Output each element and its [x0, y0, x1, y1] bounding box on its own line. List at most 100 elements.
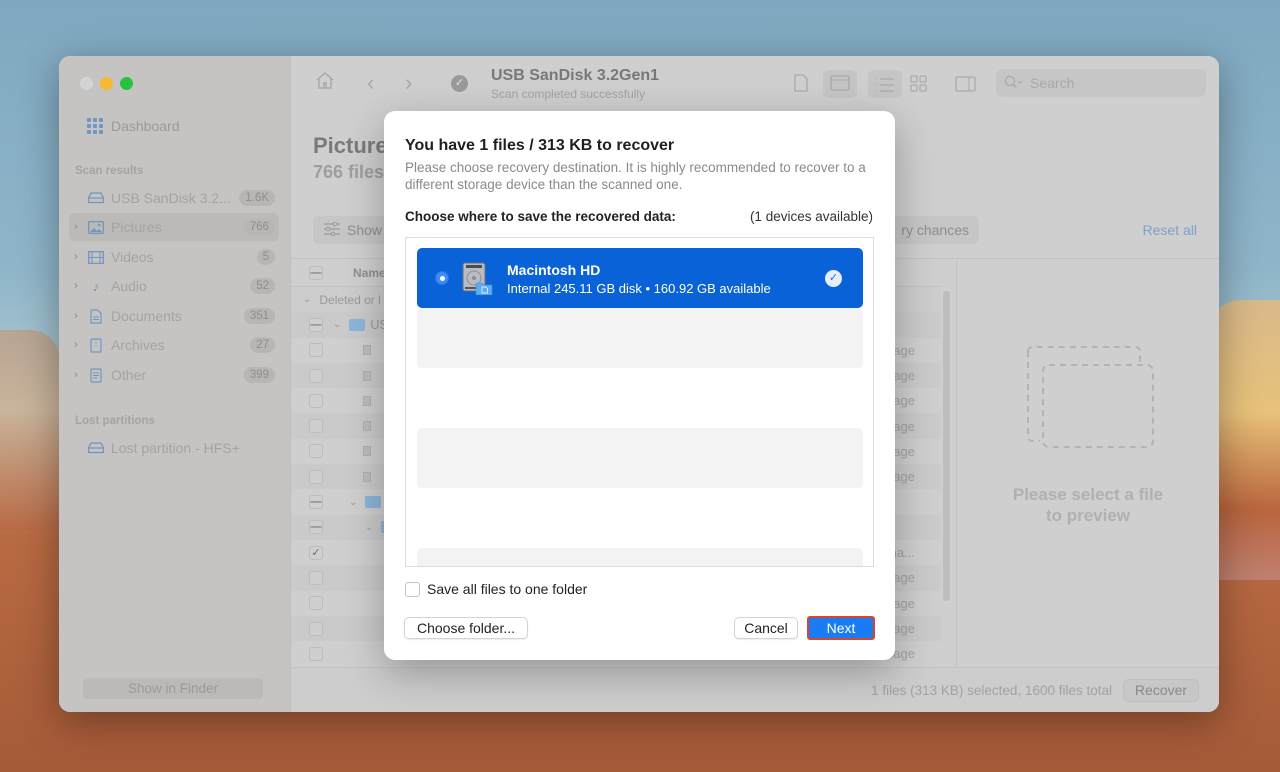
folder-icon: [365, 496, 382, 509]
image-file-icon: [363, 421, 371, 432]
dialog-description: Please choose recovery destination. It i…: [405, 160, 866, 192]
list-view-icon[interactable]: [875, 76, 895, 97]
reset-all-link[interactable]: Reset all: [1143, 222, 1197, 238]
chevron-right-icon[interactable]: ›: [69, 221, 83, 233]
empty-device-slot: [417, 428, 863, 488]
chevron-down-icon[interactable]: ⌄: [349, 497, 357, 508]
home-icon[interactable]: [315, 71, 335, 95]
next-button[interactable]: Next: [807, 616, 875, 640]
sidebar-item-pictures[interactable]: › Pictures 766: [69, 213, 279, 241]
devices-available-count: (1 devices available): [749, 209, 873, 224]
row-checkbox[interactable]: [309, 570, 323, 585]
row-checkbox[interactable]: [309, 343, 323, 358]
device-name: Macintosh HD: [507, 262, 601, 278]
hard-disk-icon: [462, 262, 493, 295]
chevron-right-icon[interactable]: ›: [69, 339, 83, 351]
row-checkbox[interactable]: —: [309, 317, 323, 332]
recovery-destination-dialog: You have 1 files / 313 KB to recover Ple…: [384, 111, 895, 660]
preview-placeholder: Please select a file to preview: [1012, 485, 1164, 525]
device-radio[interactable]: [435, 271, 449, 285]
sidebar-item-lost-partition[interactable]: Lost partition - HFS+: [69, 434, 279, 462]
count-badge: 5: [256, 249, 275, 265]
count-badge: 351: [243, 308, 275, 324]
sidebar-item-other[interactable]: › Other 399: [69, 361, 279, 389]
dashboard-grid-icon: [87, 118, 103, 134]
select-all-checkbox[interactable]: —: [309, 265, 323, 280]
wallpaper: [1210, 300, 1280, 580]
device-title: USB SanDisk 3.2Gen1: [491, 67, 660, 84]
drive-icon: [87, 440, 105, 456]
sidebar-item-audio[interactable]: › ♪ Audio 52: [69, 272, 279, 300]
film-icon: [87, 249, 105, 265]
count-badge: 1.6K: [239, 190, 275, 206]
sidebar-item-documents[interactable]: › Documents 351: [69, 302, 279, 330]
search-placeholder: Search: [1030, 75, 1075, 91]
row-checkbox[interactable]: [309, 444, 323, 459]
chevron-down-icon[interactable]: ⌄: [303, 294, 311, 305]
sidebar-item-dashboard[interactable]: Dashboard: [87, 118, 180, 134]
row-checkbox[interactable]: [309, 596, 323, 611]
chevron-down-icon[interactable]: ⌄: [333, 319, 341, 330]
name-column-header[interactable]: Name: [353, 266, 386, 280]
selection-summary: 1 files (313 KB) selected, 1600 files to…: [871, 683, 1112, 698]
sliders-icon: [323, 221, 341, 239]
search-icon: [1004, 75, 1024, 92]
zoom-window-button[interactable]: [120, 77, 133, 90]
row-checkbox[interactable]: [309, 469, 323, 484]
image-file-icon: [363, 345, 371, 356]
search-input[interactable]: Search: [996, 69, 1206, 97]
file-icon: [87, 367, 105, 383]
table-scrollbar[interactable]: [943, 291, 950, 601]
sidebar-item-archives[interactable]: › Archives 27: [69, 331, 279, 359]
row-checkbox[interactable]: [309, 646, 323, 661]
scan-results-heading: Scan results: [75, 165, 144, 177]
toolbar: ‹ › ✓ USB SanDisk 3.2Gen1 Scan completed…: [291, 56, 1219, 112]
scan-status: Scan completed successfully: [491, 87, 646, 101]
dashboard-label: Dashboard: [111, 118, 180, 134]
row-checkbox[interactable]: [309, 621, 323, 636]
file-view-icon[interactable]: [794, 74, 808, 97]
save-one-folder-option[interactable]: Save all files to one folder: [405, 581, 587, 597]
dialog-title: You have 1 files / 313 KB to recover: [405, 137, 675, 154]
row-checkbox[interactable]: —: [309, 520, 323, 535]
chevron-down-icon[interactable]: ⌄: [365, 522, 373, 533]
sidebar-item-usb[interactable]: USB SanDisk 3.2... 1.6K: [69, 184, 279, 212]
minimize-window-button[interactable]: [100, 77, 113, 90]
music-note-icon: ♪: [92, 278, 100, 294]
selected-check-icon: ✓: [825, 270, 842, 287]
device-info: Internal 245.11 GB disk • 160.92 GB avai…: [507, 281, 771, 296]
grid-view-icon[interactable]: [910, 75, 927, 97]
sidebar: Dashboard Scan results USB SanDisk 3.2..…: [59, 56, 291, 712]
chevron-right-icon[interactable]: ›: [69, 251, 83, 263]
row-checkbox[interactable]: [309, 393, 323, 408]
chevron-right-icon[interactable]: ›: [69, 369, 83, 381]
choose-folder-button[interactable]: Choose folder...: [404, 617, 528, 639]
sidebar-item-videos[interactable]: › Videos 5: [69, 243, 279, 271]
chevron-right-icon[interactable]: ›: [69, 280, 83, 292]
show-in-finder-button[interactable]: Show in Finder: [83, 678, 263, 699]
row-checkbox[interactable]: [309, 368, 323, 383]
folder-icon: [349, 318, 366, 331]
forward-button[interactable]: ›: [405, 70, 412, 96]
status-bar: 1 files (313 KB) selected, 1600 files to…: [291, 667, 1219, 712]
empty-preview-icon: [1027, 346, 1154, 448]
archive-icon: [87, 337, 105, 353]
recover-button[interactable]: Recover: [1123, 679, 1199, 702]
device-item-macintosh-hd[interactable]: Macintosh HD Internal 245.11 GB disk • 1…: [417, 248, 863, 308]
row-checkbox[interactable]: ✓: [309, 545, 323, 560]
image-file-icon: [363, 370, 371, 381]
document-icon: [87, 308, 105, 324]
cancel-button[interactable]: Cancel: [734, 617, 798, 639]
save-one-folder-checkbox[interactable]: [405, 581, 420, 597]
folder-view-icon[interactable]: [830, 75, 850, 96]
close-window-button[interactable]: [80, 77, 93, 90]
empty-device-slot: [417, 308, 863, 368]
count-badge: 27: [250, 337, 275, 353]
preview-pane-toggle-icon[interactable]: [955, 76, 976, 97]
chevron-right-icon[interactable]: ›: [69, 310, 83, 322]
image-icon: [87, 219, 105, 235]
row-checkbox[interactable]: —: [309, 495, 323, 510]
back-button[interactable]: ‹: [367, 70, 374, 96]
image-file-icon: [363, 471, 371, 482]
row-checkbox[interactable]: [309, 419, 323, 434]
